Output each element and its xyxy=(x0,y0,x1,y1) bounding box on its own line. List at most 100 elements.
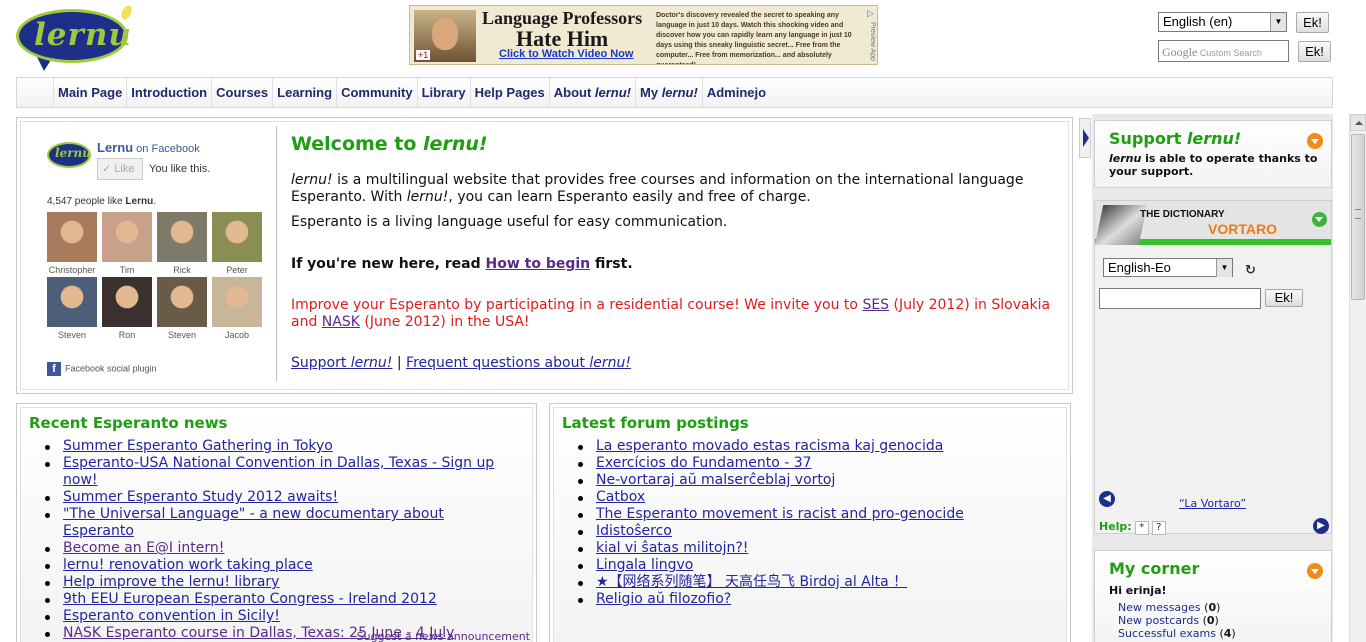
dictionary-subtitle: VORTARO xyxy=(1208,221,1277,237)
scroll-thumb[interactable] xyxy=(1351,134,1365,300)
nav-about-lernu[interactable]: About lernu! xyxy=(548,78,635,107)
forum-link[interactable]: Ne-vortaraj aŭ malserĉeblaj vortoj xyxy=(596,472,835,488)
forum-link[interactable]: Catbox xyxy=(596,489,645,505)
forum-box: Latest forum postings La esperanto movad… xyxy=(549,403,1071,642)
fan-avatar[interactable]: Peter xyxy=(212,212,262,275)
dictionary-nav: ◀ “La Vortaro” xyxy=(1095,491,1331,513)
news-link[interactable]: Help improve the lernu! library xyxy=(63,574,279,590)
forum-link[interactable]: Lingala lingvo xyxy=(596,557,693,573)
list-item: Help improve the lernu! library xyxy=(45,574,515,591)
news-link[interactable]: Become an E@I intern! xyxy=(63,540,224,556)
facebook-fans: Christopher Tim Rick Peter Steven Ron St… xyxy=(47,212,277,340)
search-button[interactable]: Ek! xyxy=(1298,41,1331,62)
forum-title: Latest forum postings xyxy=(562,414,749,432)
nav-courses[interactable]: Courses xyxy=(211,78,272,107)
fan-avatar[interactable]: Steven xyxy=(47,277,97,340)
forum-link[interactable]: Exercícios do Fundamento - 37 xyxy=(596,455,812,471)
previous-icon[interactable]: ◀ xyxy=(1099,491,1115,507)
list-item[interactable]: New postcards (0) xyxy=(1118,614,1236,627)
fan-avatar[interactable]: Tim xyxy=(102,212,152,275)
how-to-begin-link[interactable]: How to begin xyxy=(486,256,591,272)
news-link[interactable]: lernu! renovation work taking place xyxy=(63,557,313,573)
support-box-title: Support lernu! xyxy=(1109,129,1242,148)
site-logo[interactable]: lernu xyxy=(14,3,134,71)
list-item: Ne-vortaraj aŭ malserĉeblaj vortoj xyxy=(578,472,1048,489)
list-item[interactable]: New messages (0) xyxy=(1118,601,1236,614)
nav-learning[interactable]: Learning xyxy=(272,78,336,107)
faq-link[interactable]: Frequent questions about lernu! xyxy=(406,355,631,371)
news-link[interactable]: Summer Esperanto Gathering in Tokyo xyxy=(63,438,333,454)
suggest-news-link[interactable]: Suggest a news announcement xyxy=(357,630,530,642)
list-item: Become an E@I intern! xyxy=(45,540,515,557)
support-box-text: lernu is able to operate thanks to your … xyxy=(1109,152,1318,178)
nav-library[interactable]: Library xyxy=(416,78,470,107)
list-item: "The Universal Language" - a new documen… xyxy=(45,506,515,540)
welcome-panel: lernu Lernu on Facebook ✓ Like You like … xyxy=(16,117,1073,394)
sidebar-toggle[interactable] xyxy=(1079,118,1091,158)
ad-plus-one[interactable]: +1 xyxy=(416,50,431,60)
collapse-icon[interactable] xyxy=(1312,212,1327,227)
forum-link[interactable]: kial vi ŝatas militojn?! xyxy=(596,540,748,556)
next-icon[interactable]: ▶ xyxy=(1313,518,1329,534)
forum-link[interactable]: Religio aŭ filozofio? xyxy=(596,591,731,607)
news-link[interactable]: Esperanto-USA National Convention in Dal… xyxy=(63,455,494,488)
nav-community[interactable]: Community xyxy=(336,78,417,107)
swap-icon[interactable]: ↻ xyxy=(1245,263,1256,278)
scroll-up-icon[interactable] xyxy=(1350,114,1366,131)
fan-avatar[interactable]: Steven xyxy=(157,277,207,340)
facebook-plugin-label[interactable]: f Facebook social plugin xyxy=(47,362,157,376)
help-star-button[interactable]: * xyxy=(1134,521,1149,535)
news-link[interactable]: Summer Esperanto Study 2012 awaits! xyxy=(63,489,338,505)
forum-link[interactable]: Idistoŝerco xyxy=(596,523,672,539)
facebook-page-name[interactable]: Lernu on Facebook xyxy=(97,140,200,155)
welcome-support-links: Support lernu! | Frequent questions abou… xyxy=(291,355,632,371)
expand-icon[interactable] xyxy=(1307,133,1323,149)
ad-body: Doctor's discovery revealed the secret t… xyxy=(656,12,852,64)
ad-link[interactable]: Click to Watch Video Now xyxy=(499,48,633,60)
list-item: Esperanto-USA National Convention in Dal… xyxy=(45,455,515,489)
forum-link[interactable]: ★【网络系列随笔】 天高任鸟飞 Birdoj al Alta ！ xyxy=(596,574,907,590)
list-item[interactable]: Successful exams (4) xyxy=(1118,627,1236,640)
welcome-intro: lernu! is a multilingual website that pr… xyxy=(291,172,1024,205)
help-question-button[interactable]: ? xyxy=(1151,521,1166,535)
facebook-page-logo[interactable]: lernu xyxy=(47,142,91,168)
welcome-title: Welcome to lernu! xyxy=(291,133,488,155)
search-input[interactable]: Google Custom Search xyxy=(1158,40,1289,62)
fan-avatar[interactable]: Christopher xyxy=(47,212,97,275)
nav-help-pages[interactable]: Help Pages xyxy=(469,78,549,107)
fan-avatar[interactable]: Rick xyxy=(157,212,207,275)
fan-avatar[interactable]: Jacob xyxy=(212,277,262,340)
forum-link[interactable]: The Esperanto movement is racist and pro… xyxy=(596,506,964,522)
ad-banner[interactable]: +1 Language Professors Hate Him Click to… xyxy=(409,5,878,65)
nav-my-lernu[interactable]: My lernu! xyxy=(635,78,702,107)
nav-main-page[interactable]: Main Page xyxy=(53,78,126,107)
list-item: lernu! renovation work taking place xyxy=(45,557,515,574)
dictionary-language-select[interactable]: English-Eo ▼ xyxy=(1103,258,1233,277)
forum-link[interactable]: La esperanto movado estas racisma kaj ge… xyxy=(596,438,943,454)
welcome-new-here: If you're new here, read How to begin fi… xyxy=(291,256,633,272)
facebook-like-button[interactable]: ✓ Like xyxy=(97,158,143,180)
dictionary-search-input[interactable] xyxy=(1099,288,1261,309)
news-list: Summer Esperanto Gathering in Tokyo Espe… xyxy=(45,438,515,642)
dictionary-search-button[interactable]: Ek! xyxy=(1265,289,1303,307)
expand-icon[interactable] xyxy=(1307,563,1323,579)
nav-adminejo[interactable]: Adminejo xyxy=(701,78,770,107)
news-link[interactable]: 9th EEU European Esperanto Congress - Ir… xyxy=(63,591,437,607)
page-scrollbar[interactable] xyxy=(1349,114,1366,642)
welcome-living-language: Esperanto is a living language useful fo… xyxy=(291,214,728,230)
list-item: Summer Esperanto Study 2012 awaits! xyxy=(45,489,515,506)
language-go-button[interactable]: Ek! xyxy=(1296,12,1329,33)
welcome-content: Welcome to lernu! lernu! is a multilingu… xyxy=(291,133,1066,380)
corner-greeting: Hi erinja! xyxy=(1109,584,1167,597)
news-link[interactable]: Esperanto convention in Sicily! xyxy=(63,608,280,624)
news-link[interactable]: "The Universal Language" - a new documen… xyxy=(63,506,444,539)
fan-avatar[interactable]: Ron xyxy=(102,277,152,340)
nav-introduction[interactable]: Introduction xyxy=(126,78,211,107)
ses-link[interactable]: SES xyxy=(862,297,889,313)
language-select[interactable]: English (en) ▼ xyxy=(1158,12,1287,32)
facebook-you-like: You like this. xyxy=(149,163,211,175)
la-vortaro-link[interactable]: “La Vortaro” xyxy=(1179,497,1246,510)
ad-choices-icon[interactable]: ▷ xyxy=(867,8,874,19)
nask-link[interactable]: NASK xyxy=(322,314,360,330)
support-lernu-link[interactable]: Support lernu! xyxy=(291,355,392,371)
